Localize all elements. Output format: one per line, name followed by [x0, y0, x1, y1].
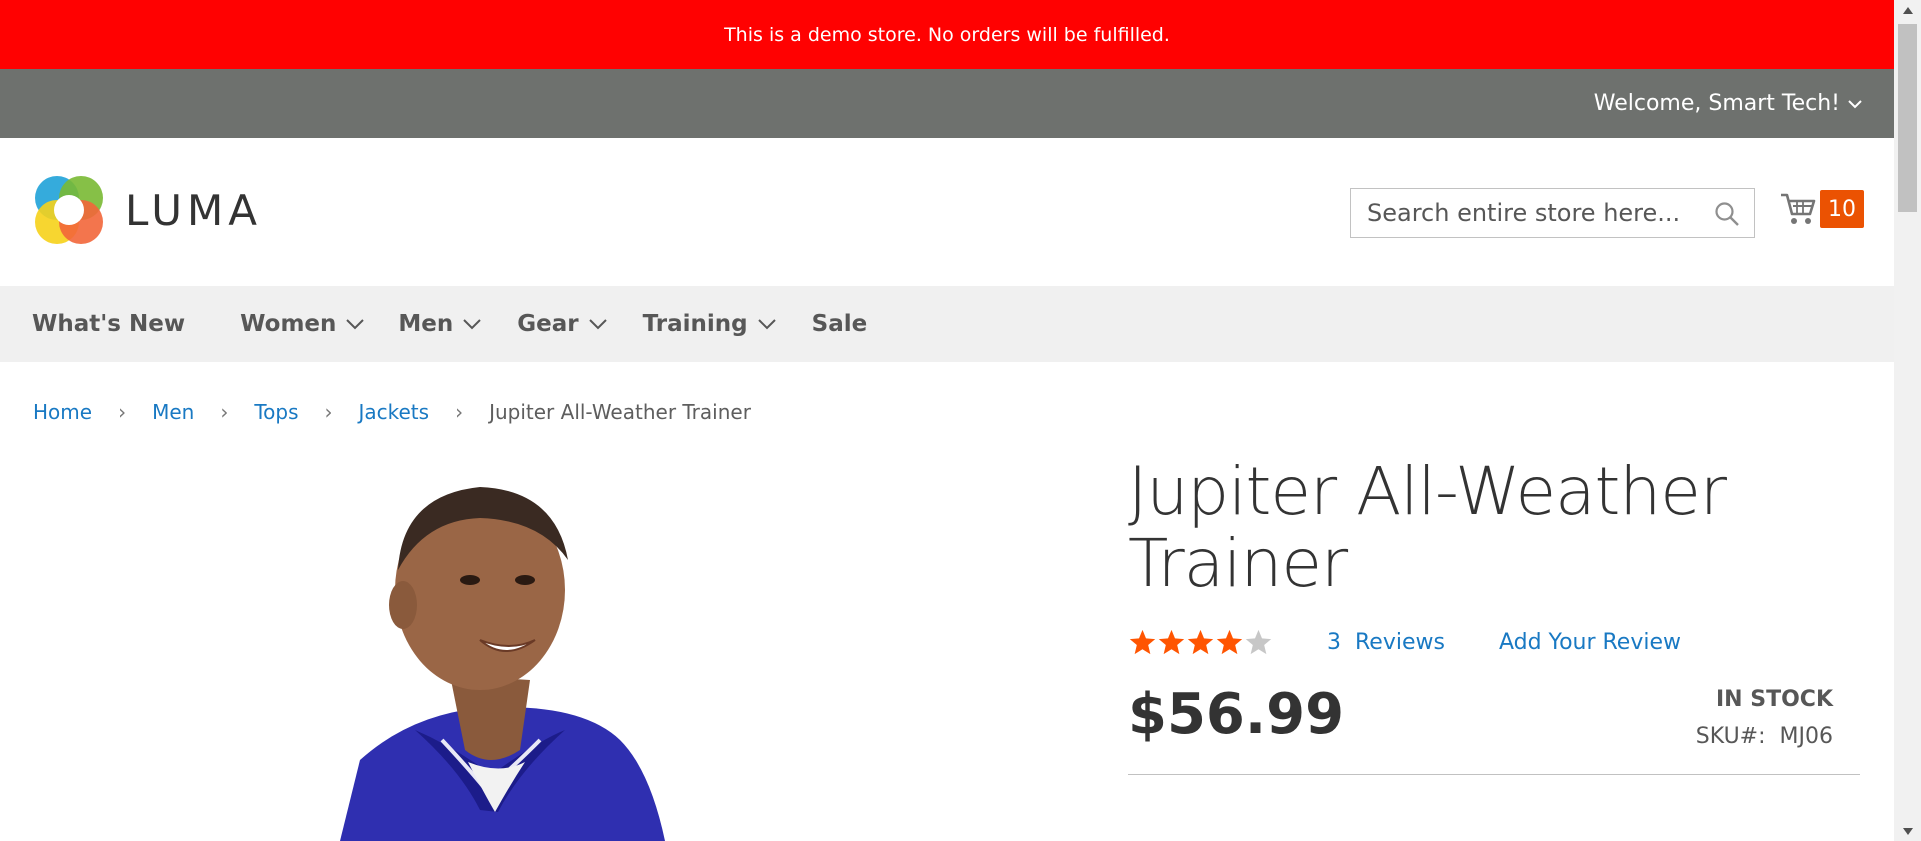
chevron-down-icon	[757, 318, 776, 329]
welcome-text: Welcome, Smart Tech!	[1593, 91, 1840, 116]
product-rating: 3 Reviews Add Your Review	[1128, 628, 1681, 657]
logo-text: LUMA	[125, 185, 263, 235]
demo-notice-text: This is a demo store. No orders will be …	[724, 23, 1170, 46]
cart-icon	[1781, 193, 1816, 224]
star-filled-icon	[1216, 629, 1243, 655]
nav-item-men[interactable]: Men	[398, 286, 481, 362]
product-price: $56.99	[1128, 682, 1345, 747]
breadcrumb-current: Jupiter All-Weather Trainer	[489, 400, 751, 424]
breadcrumb: Home › Men › Tops › Jackets › Jupiter Al…	[33, 400, 751, 424]
nav-item-label: Gear	[517, 311, 579, 337]
customer-menu-toggle[interactable]: Welcome, Smart Tech!	[1594, 69, 1862, 138]
search-input[interactable]	[1351, 191, 1707, 235]
scroll-down-arrow-icon[interactable]	[1894, 821, 1921, 841]
luma-logo-icon	[35, 176, 103, 244]
stock-status: IN STOCK	[1715, 687, 1833, 712]
product-sku: SKU#: MJ06	[1696, 724, 1833, 749]
logo[interactable]: LUMA	[33, 174, 262, 246]
main-navigation: What's New Women Men Gear Training Sale	[0, 286, 1894, 362]
nav-item-label: Men	[398, 311, 454, 337]
scrollbar-thumb[interactable]	[1898, 24, 1917, 212]
reviews-link[interactable]: 3 Reviews	[1327, 630, 1445, 655]
chevron-right-icon: ›	[220, 400, 229, 424]
page: This is a demo store. No orders will be …	[0, 0, 1894, 841]
cart-count-badge: 10	[1820, 190, 1864, 228]
nav-item-training[interactable]: Training	[643, 286, 776, 362]
breadcrumb-tops[interactable]: Tops	[254, 400, 298, 424]
star-filled-icon	[1187, 629, 1214, 655]
chevron-down-icon	[463, 318, 481, 329]
vertical-scrollbar[interactable]	[1894, 0, 1921, 841]
nav-item-label: What's New	[32, 311, 186, 337]
breadcrumb-jackets[interactable]: Jackets	[358, 400, 429, 424]
product-title: Jupiter All-Weather Trainer	[1128, 453, 1727, 602]
product-photo-model	[340, 487, 665, 841]
reviews-label: Reviews	[1355, 630, 1445, 655]
nav-item-label: Training	[642, 311, 748, 337]
product-image[interactable]	[180, 440, 780, 841]
chevron-right-icon: ›	[118, 400, 127, 424]
nav-item-label: Women	[240, 311, 337, 337]
star-filled-icon	[1129, 629, 1156, 655]
breadcrumb-home[interactable]: Home	[33, 400, 92, 424]
chevron-down-icon	[346, 318, 365, 329]
panel-header: Welcome, Smart Tech!	[0, 69, 1894, 138]
search-icon[interactable]	[1714, 201, 1740, 227]
chevron-right-icon: ›	[324, 400, 333, 424]
chevron-right-icon: ›	[455, 400, 464, 424]
sku-value: MJ06	[1779, 724, 1833, 749]
sku-label: SKU#:	[1695, 724, 1766, 749]
star-filled-icon	[1158, 629, 1185, 655]
rating-stars	[1128, 628, 1273, 657]
add-review-link[interactable]: Add Your Review	[1499, 630, 1681, 655]
page-header: LUMA 10	[0, 138, 1894, 286]
nav-item-gear[interactable]: Gear	[517, 286, 607, 362]
breadcrumb-men[interactable]: Men	[152, 400, 194, 424]
nav-item-women[interactable]: Women	[240, 286, 365, 362]
nav-item-whats-new[interactable]: What's New	[32, 286, 185, 362]
nav-item-sale[interactable]: Sale	[812, 286, 868, 362]
search-box	[1350, 188, 1755, 238]
chevron-down-icon	[1848, 99, 1862, 108]
star-empty-icon	[1245, 629, 1272, 655]
divider	[1128, 774, 1860, 775]
chevron-down-icon	[588, 318, 607, 329]
reviews-count: 3	[1327, 630, 1341, 655]
demo-notice: This is a demo store. No orders will be …	[0, 0, 1894, 69]
scroll-up-arrow-icon[interactable]	[1894, 0, 1921, 20]
minicart-button[interactable]: 10	[1780, 190, 1864, 228]
nav-item-label: Sale	[811, 311, 868, 337]
